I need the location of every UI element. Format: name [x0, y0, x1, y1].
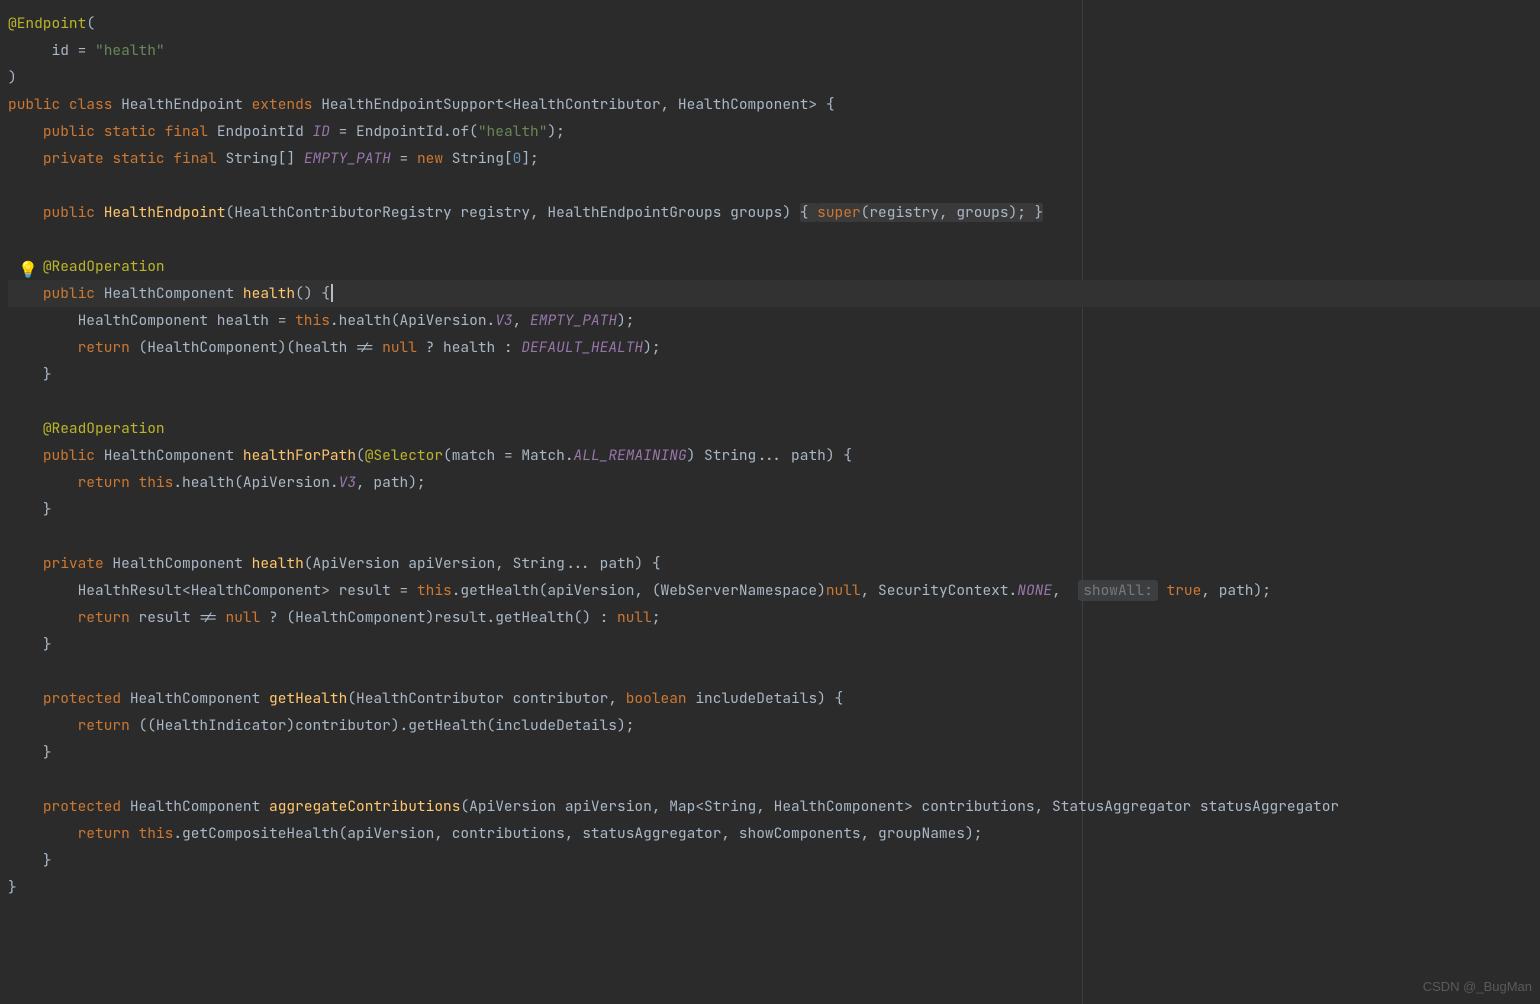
- blank-line[interactable]: [8, 172, 1540, 199]
- code-line[interactable]: }: [8, 874, 1540, 901]
- blank-line[interactable]: [8, 658, 1540, 685]
- code-line[interactable]: private static final String[] EMPTY_PATH…: [8, 145, 1540, 172]
- code-line[interactable]: @Endpoint(: [8, 10, 1540, 37]
- blank-line[interactable]: [8, 388, 1540, 415]
- code-editor[interactable]: @Endpoint( id = "health" ) public class …: [0, 0, 1540, 901]
- code-line[interactable]: public HealthEndpoint(HealthContributorR…: [8, 199, 1540, 226]
- code-line[interactable]: HealthResult<HealthComponent> result = t…: [8, 577, 1540, 604]
- annotation: @ReadOperation: [43, 419, 165, 438]
- code-line[interactable]: private HealthComponent health(ApiVersio…: [8, 550, 1540, 577]
- text-caret: [331, 284, 333, 302]
- code-line[interactable]: ): [8, 64, 1540, 91]
- code-line[interactable]: return (HealthComponent)(health != null …: [8, 334, 1540, 361]
- code-line[interactable]: @ReadOperation: [8, 253, 1540, 280]
- code-line[interactable]: public static final EndpointId ID = Endp…: [8, 118, 1540, 145]
- code-line[interactable]: HealthComponent health = this.health(Api…: [8, 307, 1540, 334]
- code-line[interactable]: protected HealthComponent aggregateContr…: [8, 793, 1540, 820]
- code-line[interactable]: }: [8, 496, 1540, 523]
- code-line[interactable]: public HealthComponent healthForPath(@Se…: [8, 442, 1540, 469]
- code-line[interactable]: }: [8, 361, 1540, 388]
- code-line[interactable]: return this.health(ApiVersion.V3, path);: [8, 469, 1540, 496]
- code-line[interactable]: return this.getCompositeHealth(apiVersio…: [8, 820, 1540, 847]
- code-line[interactable]: public class HealthEndpoint extends Heal…: [8, 91, 1540, 118]
- annotation: @ReadOperation: [43, 257, 165, 276]
- code-line[interactable]: }: [8, 739, 1540, 766]
- code-line[interactable]: return result != null ? (HealthComponent…: [8, 604, 1540, 631]
- code-line[interactable]: return ((HealthIndicator)contributor).ge…: [8, 712, 1540, 739]
- parameter-hint: showAll:: [1078, 580, 1158, 601]
- code-line-active[interactable]: public HealthComponent health() {: [8, 280, 1540, 307]
- code-line[interactable]: @ReadOperation: [8, 415, 1540, 442]
- annotation: @Endpoint: [8, 14, 86, 33]
- blank-line[interactable]: [8, 766, 1540, 793]
- code-line[interactable]: id = "health": [8, 37, 1540, 64]
- code-line[interactable]: protected HealthComponent getHealth(Heal…: [8, 685, 1540, 712]
- code-line[interactable]: }: [8, 631, 1540, 658]
- code-line[interactable]: }: [8, 847, 1540, 874]
- watermark-text: CSDN @_BugMan: [1423, 973, 1532, 1000]
- blank-line[interactable]: [8, 226, 1540, 253]
- blank-line[interactable]: [8, 523, 1540, 550]
